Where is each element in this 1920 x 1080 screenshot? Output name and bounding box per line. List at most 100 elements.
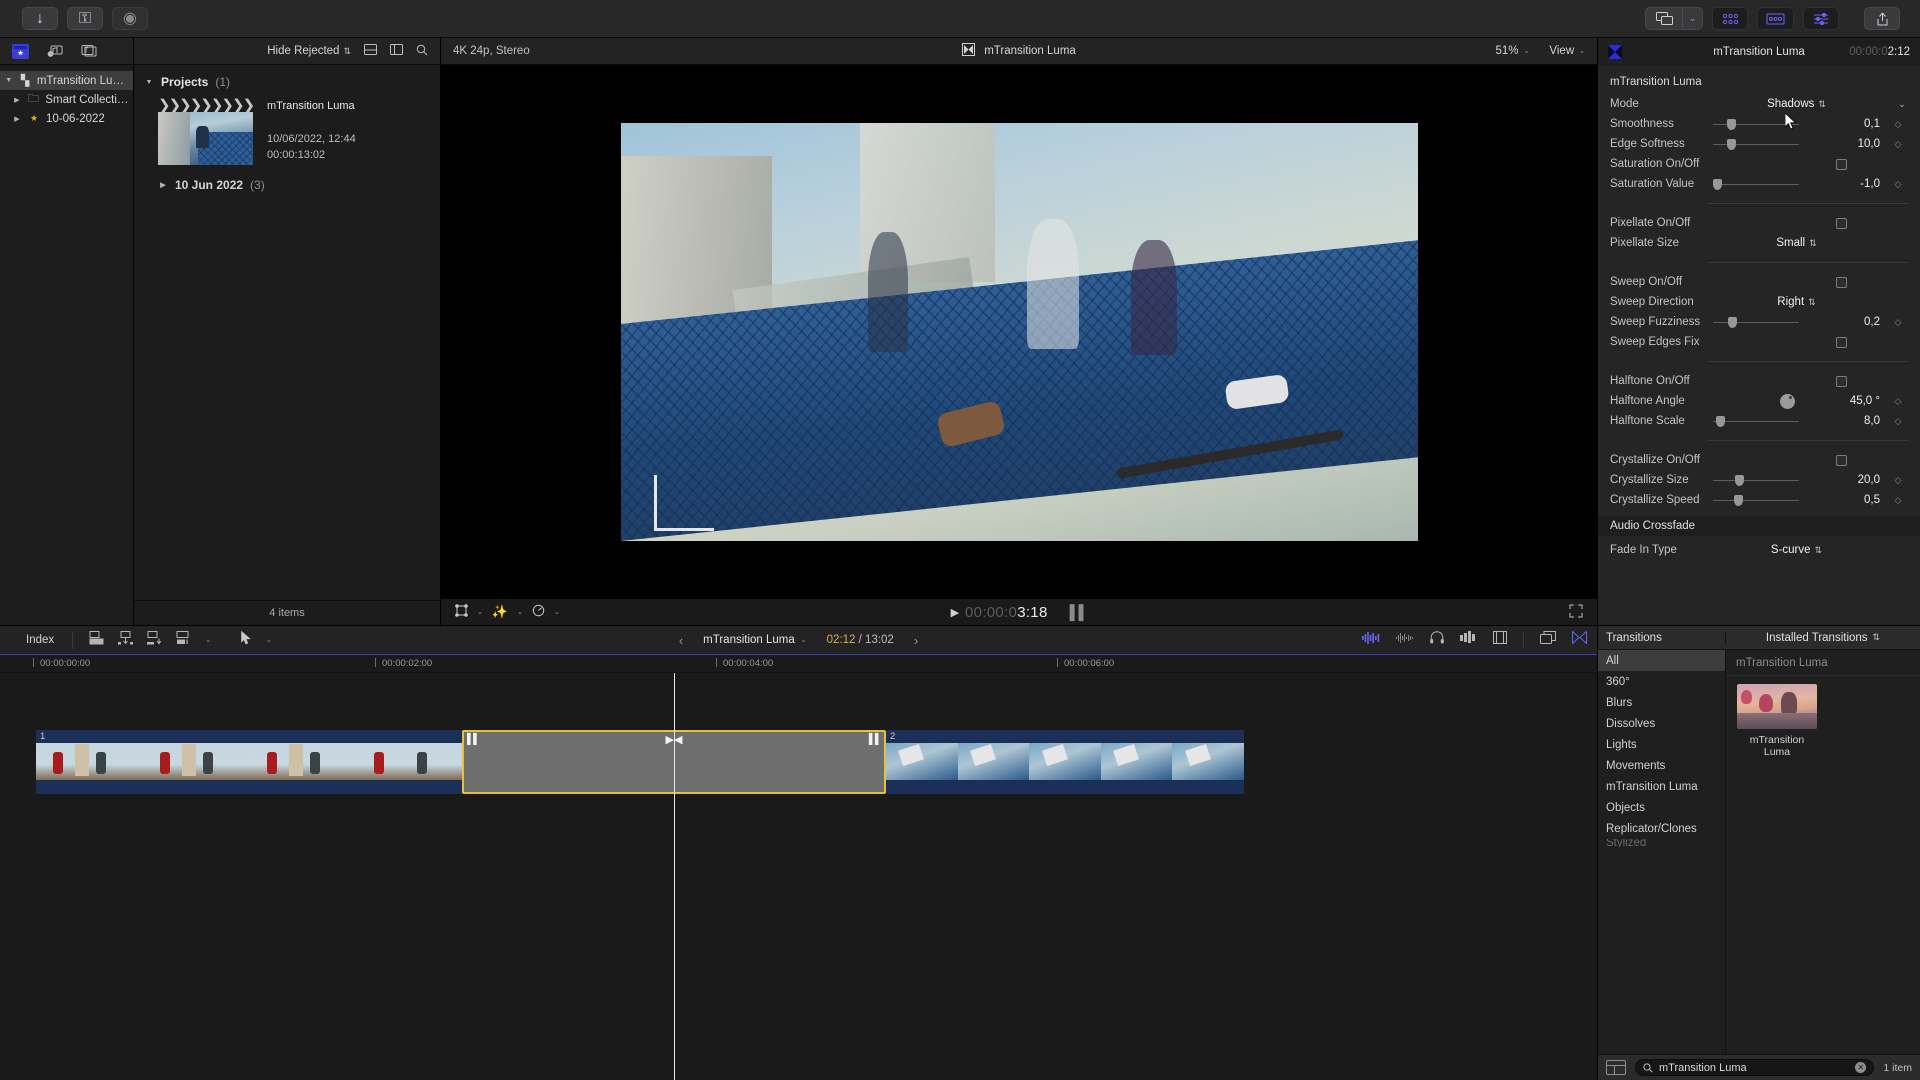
category-item-360[interactable]: 360° bbox=[1598, 671, 1725, 692]
sweep-fuzziness-slider[interactable] bbox=[1713, 316, 1799, 328]
import-media-button[interactable]: ↓ bbox=[22, 7, 58, 30]
saturation-value-slider[interactable] bbox=[1713, 178, 1799, 190]
viewer-zoom-popup[interactable]: 51% ⌄ bbox=[1496, 45, 1530, 57]
titles-generators-icon[interactable]: T bbox=[80, 44, 97, 59]
crystallize-speed-slider[interactable] bbox=[1713, 494, 1799, 506]
sidebar-toggle-icon[interactable] bbox=[1606, 1060, 1626, 1075]
param-row-crystallize-onoff[interactable]: Crystallize On/Off bbox=[1598, 450, 1920, 470]
date-group-header[interactable]: ▶ 10 Jun 2022 (3) bbox=[158, 178, 440, 192]
transition-item[interactable]: mTransition Luma bbox=[1737, 684, 1817, 758]
keyframe-icon[interactable]: ◇ bbox=[1884, 317, 1912, 328]
retime-icon[interactable] bbox=[532, 604, 545, 620]
param-row-crystallize-speed[interactable]: Crystallize Speed 0,5 ◇ bbox=[1598, 490, 1920, 510]
sidebar-item-smart-collections[interactable]: ▶ 🗀 Smart Collections bbox=[0, 90, 133, 109]
param-value[interactable]: -1,0 bbox=[1799, 178, 1884, 190]
sweep-direction-popup[interactable]: Right⇅ bbox=[1777, 296, 1815, 308]
viewer-view-popup[interactable]: View ⌄ bbox=[1549, 45, 1585, 57]
transition-left-handle-icon[interactable]: ▌▌ bbox=[467, 734, 479, 745]
param-value[interactable]: 10,0 bbox=[1799, 138, 1884, 150]
param-row-sweep-direction[interactable]: Sweep Direction Right⇅ bbox=[1598, 292, 1920, 312]
param-row-halftone-angle[interactable]: Halftone Angle 45,0 ° ◇ bbox=[1598, 391, 1920, 411]
category-item-dissolves[interactable]: Dissolves bbox=[1598, 713, 1725, 734]
halftone-checkbox[interactable] bbox=[1836, 376, 1847, 387]
audio-meter-icon[interactable] bbox=[1362, 631, 1380, 649]
keyframe-icon[interactable]: ◇ bbox=[1884, 179, 1912, 190]
category-item-objects[interactable]: Objects bbox=[1598, 797, 1725, 818]
timeline-clip-1[interactable]: 1 bbox=[36, 730, 464, 794]
halftone-scale-slider[interactable] bbox=[1713, 415, 1799, 427]
viewer-image[interactable] bbox=[621, 123, 1418, 541]
keyframe-icon[interactable]: ◇ bbox=[1884, 416, 1912, 427]
chevron-down-icon[interactable]: ⌄ bbox=[1898, 99, 1906, 109]
param-row-halftone-onoff[interactable]: Halftone On/Off bbox=[1598, 371, 1920, 391]
transform-icon[interactable] bbox=[455, 604, 468, 620]
display-chevron-icon[interactable]: ⌄ bbox=[1682, 8, 1702, 29]
enhancements-icon[interactable]: ✨ bbox=[492, 604, 508, 620]
play-icon[interactable]: ▶ bbox=[951, 606, 959, 619]
saturation-checkbox[interactable] bbox=[1836, 159, 1847, 170]
timeline-playhead[interactable] bbox=[674, 673, 675, 1080]
param-value[interactable]: 20,0 bbox=[1799, 474, 1884, 486]
sidebar-item-library[interactable]: ▼ ▚ mTransition Luma... bbox=[0, 71, 133, 90]
clear-search-icon[interactable]: ✕ bbox=[1855, 1062, 1866, 1073]
connect-icon[interactable] bbox=[176, 631, 191, 650]
param-row-halftone-scale[interactable]: Halftone Scale 8,0 ◇ bbox=[1598, 411, 1920, 431]
transitions-browser-button[interactable] bbox=[1757, 7, 1794, 30]
halftone-angle-dial[interactable] bbox=[1780, 394, 1795, 409]
keyframe-icon[interactable]: ◇ bbox=[1884, 396, 1912, 407]
param-value[interactable]: 45,0 ° bbox=[1799, 395, 1884, 407]
smoothness-slider[interactable] bbox=[1713, 118, 1799, 130]
library-icon[interactable] bbox=[12, 44, 29, 59]
edge-softness-slider[interactable] bbox=[1713, 138, 1799, 150]
timeline-clip-2[interactable]: 2 bbox=[886, 730, 1244, 794]
mode-popup[interactable]: Shadows⇅ bbox=[1767, 98, 1826, 110]
sweep-edges-checkbox[interactable] bbox=[1836, 337, 1847, 348]
record-voiceover-button[interactable]: ◉ bbox=[112, 7, 148, 30]
viewer-timecode[interactable]: 00:00:03:18 bbox=[965, 604, 1048, 621]
arrow-tool-icon[interactable] bbox=[241, 631, 252, 650]
filmstrip-icon[interactable] bbox=[1493, 631, 1507, 649]
list-view-icon[interactable] bbox=[390, 44, 403, 58]
keyframe-icon[interactable]: ◇ bbox=[1884, 119, 1912, 130]
share-button[interactable] bbox=[1864, 7, 1900, 30]
keyword-button[interactable]: ⚿ bbox=[67, 7, 103, 30]
transition-right-handle-icon[interactable]: ▌▌ bbox=[869, 734, 881, 745]
param-row-mode[interactable]: Mode Shadows⇅ ⌄ bbox=[1598, 94, 1920, 114]
search-icon[interactable] bbox=[416, 44, 428, 59]
inspector-button[interactable] bbox=[1803, 7, 1839, 30]
disclosure-triangle-icon[interactable]: ▶ bbox=[12, 96, 22, 104]
category-item-replicator-clones[interactable]: Replicator/Clones bbox=[1598, 818, 1725, 839]
chevron-down-icon[interactable]: ⌄ bbox=[517, 608, 523, 616]
timeline-project-popup[interactable]: mTransition Luma ⌄ bbox=[703, 634, 806, 646]
overwrite-icon[interactable] bbox=[147, 631, 162, 650]
mixer-icon[interactable] bbox=[1460, 631, 1477, 649]
param-value[interactable]: 0,1 bbox=[1799, 118, 1884, 130]
param-value[interactable]: 0,2 bbox=[1799, 316, 1884, 328]
transitions-search-input[interactable]: mTransition Luma ✕ bbox=[1635, 1059, 1874, 1076]
project-item[interactable]: ❯❯❯❯❯❯❯❯❯ mTransition Luma 10/06/2022, 1… bbox=[158, 97, 440, 165]
keyframe-icon[interactable]: ◇ bbox=[1884, 475, 1912, 486]
timeline-ruler[interactable]: 00:00:00:00 00:00:02:00 00:00:04:00 00:0… bbox=[0, 655, 1597, 673]
param-row-fade-in-type[interactable]: Fade In Type S-curve⇅ bbox=[1598, 540, 1920, 560]
keyframe-icon[interactable]: ◇ bbox=[1884, 495, 1912, 506]
display-mode-button[interactable]: ⌄ bbox=[1645, 7, 1703, 30]
param-row-pixellate-onoff[interactable]: Pixellate On/Off bbox=[1598, 213, 1920, 233]
transitions-icon[interactable] bbox=[1572, 631, 1587, 649]
param-row-sweep-edges-fix[interactable]: Sweep Edges Fix bbox=[1598, 332, 1920, 352]
crystallize-size-slider[interactable] bbox=[1713, 474, 1799, 486]
pixellate-checkbox[interactable] bbox=[1836, 218, 1847, 229]
disclosure-triangle-icon[interactable]: ▼ bbox=[4, 77, 14, 84]
crystallize-checkbox[interactable] bbox=[1836, 455, 1847, 466]
chevron-down-icon[interactable]: ⌄ bbox=[477, 608, 483, 616]
insert-icon[interactable] bbox=[118, 631, 133, 650]
waveform-icon[interactable] bbox=[1396, 631, 1414, 649]
param-row-edge-softness[interactable]: Edge Softness 10,0 ◇ bbox=[1598, 134, 1920, 154]
disclosure-triangle-icon[interactable]: ▶ bbox=[158, 181, 168, 189]
param-row-smoothness[interactable]: Smoothness 0,1 ◇ bbox=[1598, 114, 1920, 134]
chevron-down-icon[interactable]: ⌄ bbox=[205, 636, 211, 644]
project-thumbnail[interactable]: ❯❯❯❯❯❯❯❯❯ bbox=[158, 97, 253, 165]
append-icon[interactable] bbox=[89, 631, 104, 650]
sidebar-item-event[interactable]: ▶ ★ 10-06-2022 bbox=[0, 109, 133, 128]
pixellate-size-popup[interactable]: Small⇅ bbox=[1776, 237, 1816, 249]
param-value[interactable]: 8,0 bbox=[1799, 415, 1884, 427]
